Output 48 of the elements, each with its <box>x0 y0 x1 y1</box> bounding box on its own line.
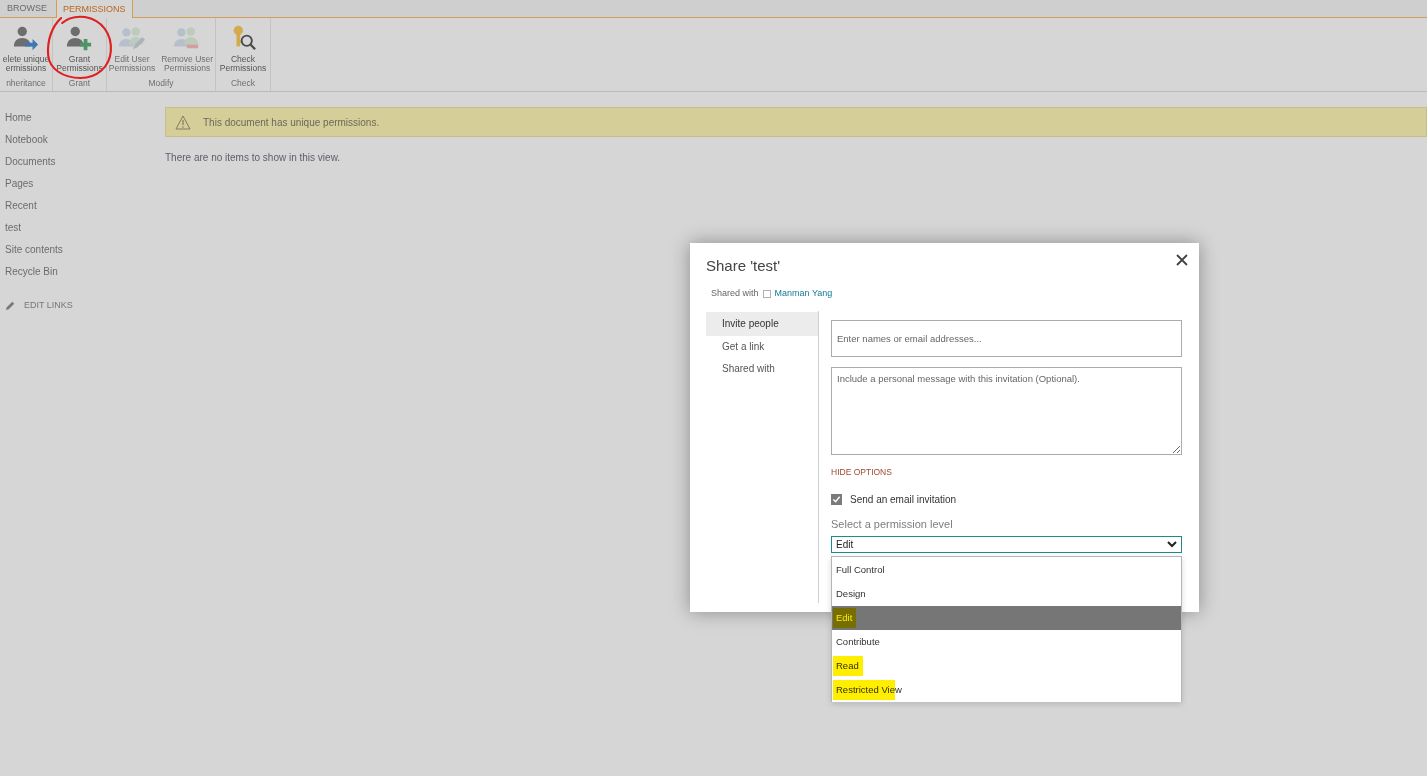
hide-options-link[interactable]: HIDE OPTIONS <box>831 467 892 477</box>
field-label: Select a permission level <box>831 518 954 531</box>
nav-link[interactable]: test <box>5 222 165 234</box>
shared-with-label: Shared with <box>711 288 759 299</box>
names-input[interactable]: Enter names or email addresses... <box>831 320 1182 357</box>
close-icon <box>1176 254 1188 267</box>
dropdown-option[interactable]: Design <box>832 582 1181 606</box>
warning-icon <box>175 114 191 130</box>
dialog-title: Share 'test' <box>706 256 782 276</box>
ribbon-group-label: Check <box>229 78 257 90</box>
checkbox[interactable] <box>831 494 842 505</box>
pencil-icon <box>5 300 16 312</box>
notice-text: This document has unique permissions. <box>203 115 380 130</box>
ribbon-tab[interactable]: BROWSE <box>0 0 54 17</box>
dropdown-option[interactable]: Read <box>832 654 1181 678</box>
nav-link[interactable]: Documents <box>5 156 165 168</box>
square-icon <box>762 289 771 298</box>
nav-link[interactable]: Recent <box>5 200 165 212</box>
close-button[interactable] <box>1175 251 1189 265</box>
dialog-tab[interactable]: Invite people <box>706 312 818 336</box>
ribbon-button[interactable]: Check Permissions <box>218 18 268 73</box>
nav-link[interactable]: Pages <box>5 178 165 190</box>
ribbon-group-label: Modify <box>147 78 175 90</box>
person-plus-icon <box>65 24 94 52</box>
edit-links-link[interactable]: EDIT LINKS <box>5 299 73 313</box>
nav-link[interactable]: Recycle Bin <box>5 266 165 278</box>
dropdown-option[interactable]: Full Control <box>832 558 1181 582</box>
people-pencil-icon <box>118 24 146 52</box>
nav-link[interactable]: Site contents <box>5 244 165 256</box>
dialog-tab[interactable]: Shared with <box>706 358 818 380</box>
ribbon-button[interactable]: Grant Permissions <box>55 18 104 73</box>
nav-link[interactable]: Notebook <box>5 134 165 146</box>
check-icon <box>832 495 841 504</box>
ribbon-tab[interactable]: PERMISSIONS <box>56 0 133 18</box>
dialog-tab[interactable]: Get a link <box>706 336 818 358</box>
person-link[interactable]: Manman Yang <box>774 288 833 299</box>
permission-select[interactable]: Edit <box>831 536 1182 553</box>
checkbox-label: Send an email invitation <box>850 493 957 507</box>
nav-link[interactable]: Home <box>5 112 165 124</box>
dropdown-option[interactable]: Edit <box>832 606 1181 630</box>
ribbon-button[interactable]: elete unique ermissions <box>1 18 51 73</box>
ribbon-group-label: Grant <box>67 78 92 90</box>
empty-message: There are no items to show in this view. <box>165 151 342 165</box>
ribbon-group-label: nheritance <box>5 78 47 90</box>
person-arrow-icon <box>12 24 40 52</box>
dropdown-option[interactable]: Contribute <box>832 630 1181 654</box>
chevron-down-icon <box>1167 541 1177 548</box>
message-textarea[interactable]: Include a personal message with this invitation (Optional). <box>831 367 1182 455</box>
